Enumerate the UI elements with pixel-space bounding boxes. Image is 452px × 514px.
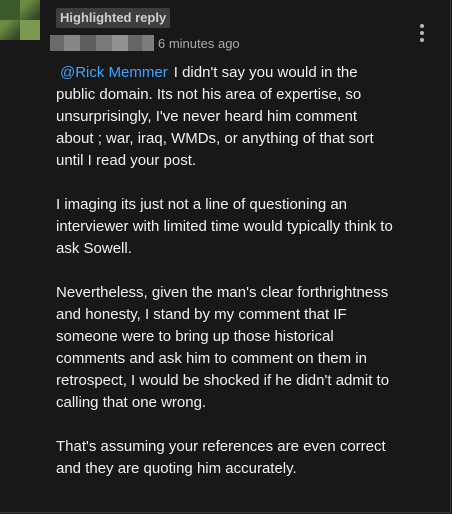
comment-timestamp[interactable]: 6 minutes ago — [158, 36, 240, 52]
user-mention-link[interactable]: @Rick Memmer — [60, 64, 168, 81]
menu-dot — [420, 38, 424, 42]
author-name-redacted[interactable] — [50, 35, 154, 51]
comment-paragraph: @Rick Memmer I didn't say you would in th… — [56, 62, 396, 172]
comment-paragraph: Nevertheless, given the man's clear fort… — [56, 284, 390, 411]
comment-paragraph: I imaging its just not a line of questio… — [56, 196, 393, 257]
menu-dot — [420, 24, 424, 28]
highlighted-reply-badge: Highlighted reply — [56, 8, 171, 28]
more-vert-icon[interactable] — [416, 22, 428, 42]
menu-dot — [420, 31, 424, 35]
comment-paragraph: That's assuming your references are even… — [56, 438, 386, 477]
user-avatar[interactable] — [0, 0, 40, 40]
comment-body: @Rick Memmer I didn't say you would in th… — [56, 62, 396, 502]
